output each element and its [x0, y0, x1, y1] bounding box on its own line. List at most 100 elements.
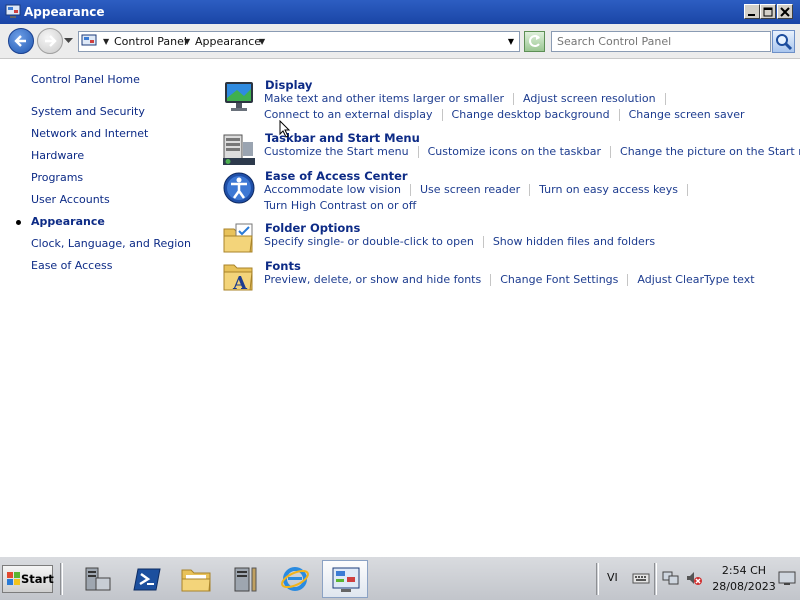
maximize-icon: [763, 7, 773, 17]
taskbar-powershell[interactable]: [124, 560, 170, 598]
task-high-contrast[interactable]: Turn High Contrast on or off: [264, 199, 416, 212]
network-icon[interactable]: [662, 569, 680, 587]
folder-icon: [181, 569, 211, 592]
task-show-hidden-files[interactable]: Show hidden files and folders: [493, 235, 655, 248]
fonts-tasks-line-1: Preview, delete, or show and hide fonts C…: [264, 273, 755, 286]
breadcrumb-chevron-icon[interactable]: ▼: [103, 37, 109, 46]
administrative-tools-icon: [234, 567, 257, 592]
taskbar-explorer[interactable]: [173, 560, 219, 598]
volume-muted-icon[interactable]: [685, 569, 703, 587]
nav-user-accounts[interactable]: User Accounts: [31, 193, 110, 206]
start-button[interactable]: Start: [2, 565, 54, 593]
folder-tasks-line-1: Specify single- or double-click to open S…: [264, 235, 655, 248]
task-accommodate-low-vision[interactable]: Accommodate low vision: [264, 183, 401, 196]
minimize-button[interactable]: [744, 4, 760, 19]
search-box[interactable]: [551, 31, 771, 52]
control-panel-window: Appearance ▼ Control Panel ▼ Appearance …: [0, 0, 800, 556]
taskbar-internet-explorer[interactable]: [272, 560, 318, 598]
category-title-ease-of-access[interactable]: Ease of Access Center: [265, 169, 408, 183]
taskbar-server-manager[interactable]: [74, 560, 120, 598]
clock-date: 28/08/2023: [712, 580, 776, 593]
task-single-double-click[interactable]: Specify single- or double-click to open: [264, 235, 474, 248]
taskbar-separator: [60, 563, 63, 595]
mouse-cursor-icon: [279, 120, 291, 138]
task-preview-fonts[interactable]: Preview, delete, or show and hide fonts: [264, 273, 481, 286]
taskbar: Start VI 2:54 CH 28/08/2023: [0, 556, 800, 600]
task-separator: [686, 184, 688, 196]
breadcrumb-chevron-icon[interactable]: ▼: [259, 37, 265, 46]
svg-text:A: A: [232, 273, 248, 293]
nav-clock-language-region[interactable]: Clock, Language, and Region: [31, 237, 191, 250]
fonts-icon[interactable]: A: [222, 259, 256, 293]
display-icon[interactable]: [222, 80, 256, 114]
windows-logo-icon: [7, 572, 20, 585]
task-separator: [627, 274, 629, 286]
task-make-text-larger[interactable]: Make text and other items larger or smal…: [264, 92, 504, 105]
close-icon: [780, 7, 790, 17]
search-input[interactable]: [552, 32, 771, 51]
task-separator: [610, 146, 612, 158]
nav-ease-of-access[interactable]: Ease of Access: [31, 259, 112, 272]
task-separator: [664, 93, 666, 105]
address-dropdown-icon[interactable]: ▼: [508, 37, 514, 46]
task-separator: [441, 109, 443, 121]
breadcrumb-control-panel[interactable]: Control Panel: [114, 35, 187, 48]
start-label: Start: [21, 572, 54, 586]
back-button[interactable]: [8, 28, 34, 54]
language-indicator[interactable]: VI: [607, 571, 618, 584]
task-adjust-screen-resolution[interactable]: Adjust screen resolution: [523, 92, 656, 105]
minimize-icon: [748, 14, 755, 16]
task-separator: [482, 236, 484, 248]
task-change-font-settings[interactable]: Change Font Settings: [500, 273, 618, 286]
task-separator: [529, 184, 531, 196]
task-adjust-cleartype[interactable]: Adjust ClearType text: [637, 273, 754, 286]
nav-network-and-internet[interactable]: Network and Internet: [31, 127, 148, 140]
forward-button[interactable]: [37, 28, 63, 54]
task-change-screen-saver[interactable]: Change screen saver: [629, 108, 745, 121]
task-change-start-menu-picture[interactable]: Change the picture on the Start menu: [620, 145, 800, 158]
ease-tasks-line-2: Turn High Contrast on or off: [264, 199, 416, 212]
taskbar-control-panel[interactable]: [322, 560, 368, 598]
refresh-button[interactable]: [524, 31, 545, 52]
task-separator: [618, 109, 620, 121]
address-box[interactable]: ▼ Control Panel ▼ Appearance ▼ ▼: [78, 31, 520, 52]
title-bar[interactable]: Appearance: [0, 0, 800, 24]
nav-control-panel-home[interactable]: Control Panel Home: [31, 73, 140, 86]
taskbar-tasks-line-1: Customize the Start menu Customize icons …: [264, 145, 800, 158]
breadcrumb-chevron-icon[interactable]: ▼: [184, 37, 190, 46]
ease-of-access-icon[interactable]: [222, 171, 256, 205]
folder-options-icon[interactable]: [222, 221, 256, 255]
recent-pages-dropdown[interactable]: [64, 38, 73, 44]
search-button[interactable]: [772, 30, 795, 53]
task-separator: [417, 146, 419, 158]
category-title-display[interactable]: Display: [265, 78, 312, 92]
taskbar-separator: [596, 563, 599, 595]
close-button[interactable]: [777, 4, 793, 19]
system-clock[interactable]: 2:54 CH 28/08/2023: [706, 563, 782, 595]
nav-hardware[interactable]: Hardware: [31, 149, 84, 162]
powershell-icon: [133, 568, 161, 591]
maximize-button[interactable]: [760, 4, 776, 19]
display-tasks-line-1: Make text and other items larger or smal…: [264, 92, 675, 105]
task-turn-on-easy-access-keys[interactable]: Turn on easy access keys: [539, 183, 678, 196]
task-customize-start-menu[interactable]: Customize the Start menu: [264, 145, 409, 158]
task-customize-taskbar-icons[interactable]: Customize icons on the taskbar: [428, 145, 601, 158]
taskbar-tools[interactable]: [222, 560, 268, 598]
display-tasks-line-2: Connect to an external display Change des…: [264, 108, 745, 121]
task-separator: [490, 274, 492, 286]
show-desktop-icon[interactable]: [778, 569, 796, 587]
left-navigation: Control Panel Home System and Security N…: [0, 59, 210, 556]
search-icon: [776, 34, 793, 51]
task-use-screen-reader[interactable]: Use screen reader: [420, 183, 520, 196]
keyboard-icon[interactable]: [632, 569, 650, 587]
nav-appearance[interactable]: Appearance: [31, 215, 105, 228]
nav-programs[interactable]: Programs: [31, 171, 83, 184]
category-title-fonts[interactable]: Fonts: [265, 259, 301, 273]
nav-system-and-security[interactable]: System and Security: [31, 105, 145, 118]
category-title-folder-options[interactable]: Folder Options: [265, 221, 360, 235]
task-change-desktop-background[interactable]: Change desktop background: [452, 108, 610, 121]
taskbar-icon[interactable]: [222, 132, 256, 166]
taskbar-separator: [654, 563, 657, 595]
arrow-right-icon: [45, 35, 57, 47]
breadcrumb-appearance[interactable]: Appearance: [195, 35, 261, 48]
